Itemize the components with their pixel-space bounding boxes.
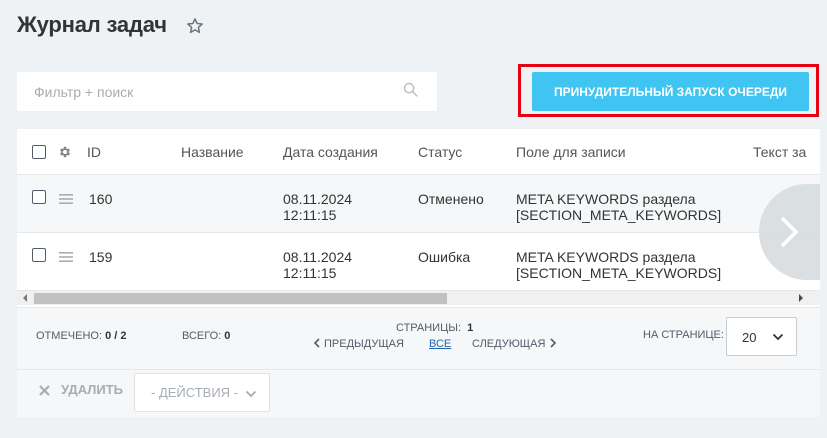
filter-search-input[interactable] xyxy=(17,72,397,111)
chevron-down-icon xyxy=(772,333,784,341)
page-title: Журнал задач xyxy=(17,12,167,37)
column-header-record-field[interactable]: Поле для записи xyxy=(516,144,626,160)
column-header-name[interactable]: Название xyxy=(181,144,244,160)
actions-select-value: - Действия - xyxy=(151,385,239,400)
grid-footer: Отмечено: 0 / 2 Всего: 0 Страницы: 1 Пре… xyxy=(17,307,820,369)
scroll-right-arrow-icon[interactable] xyxy=(797,294,805,302)
selected-count: Отмечено: 0 / 2 xyxy=(36,330,126,342)
table-row[interactable]: 159 08.11.2024 12:11:15 Ошибка META KEYW… xyxy=(17,233,820,291)
cell-date-time: 12:11:15 xyxy=(283,207,337,223)
selected-count-value: 0 / 2 xyxy=(105,330,127,342)
row-checkbox[interactable] xyxy=(32,248,46,262)
select-all-checkbox[interactable] xyxy=(32,145,46,159)
selected-count-label: Отмечено: xyxy=(36,330,102,342)
cell-id: 160 xyxy=(89,191,113,207)
actions-select[interactable]: - Действия - xyxy=(134,373,270,412)
close-icon xyxy=(39,385,50,396)
search-icon[interactable] xyxy=(402,81,419,98)
cell-date-time: 12:11:15 xyxy=(283,265,337,281)
cell-record-field: META KEYWORDS раздела [SECTION_META_KEYW… xyxy=(516,191,721,223)
pages-value: 1 xyxy=(467,322,474,334)
task-grid: ID Название Дата создания Статус Поле дл… xyxy=(17,129,820,417)
pager-all-link[interactable]: Все xyxy=(429,338,451,350)
cell-date-day: 08.11.2024 xyxy=(283,191,353,207)
scroll-left-arrow-icon[interactable] xyxy=(21,294,29,302)
pager-previous-label: Предыдущая xyxy=(324,338,404,350)
chevron-down-icon xyxy=(245,390,257,398)
total-count: Всего: 0 xyxy=(182,330,230,342)
per-page-label: На странице: xyxy=(643,329,724,341)
cell-status: Ошибка xyxy=(418,249,471,265)
cell-record-field: META KEYWORDS раздела [SECTION_META_KEYW… xyxy=(516,249,721,281)
pages-info: Страницы: 1 xyxy=(396,322,473,334)
scrollbar-thumb[interactable] xyxy=(34,293,447,304)
per-page-select[interactable]: 20 xyxy=(726,317,797,356)
cell-record-field-line1: META KEYWORDS раздела xyxy=(516,249,696,265)
filter-search-box[interactable] xyxy=(17,72,437,111)
cell-status: Отменено xyxy=(418,191,484,207)
chevron-right-icon xyxy=(781,217,798,247)
column-header-status[interactable]: Статус xyxy=(418,144,462,160)
cell-id: 159 xyxy=(89,249,113,265)
pager-next-link[interactable]: Следующая xyxy=(472,338,557,350)
gear-icon[interactable] xyxy=(58,145,72,159)
cell-record-field-line2: [SECTION_META_KEYWORDS] xyxy=(516,265,722,281)
total-count-value: 0 xyxy=(224,330,231,342)
column-header-text[interactable]: Текст за xyxy=(753,144,806,160)
row-menu-icon[interactable] xyxy=(59,252,73,262)
table-row[interactable]: 160 08.11.2024 12:11:15 Отменено META KE… xyxy=(17,175,820,233)
cell-record-field-line1: META KEYWORDS раздела xyxy=(516,191,696,207)
delete-label: Удалить xyxy=(61,382,123,397)
horizontal-scrollbar[interactable] xyxy=(17,291,820,305)
cell-date-day: 08.11.2024 xyxy=(283,249,353,265)
chevron-right-small-icon xyxy=(550,338,557,348)
per-page-value: 20 xyxy=(742,330,757,345)
cell-record-field-line2: [SECTION_META_KEYWORDS] xyxy=(516,207,722,223)
cell-date: 08.11.2024 12:11:15 xyxy=(283,249,352,281)
chevron-left-icon xyxy=(313,338,320,348)
column-header-created-date[interactable]: Дата создания xyxy=(283,144,378,160)
grid-header: ID Название Дата создания Статус Поле дл… xyxy=(17,129,820,175)
column-header-id[interactable]: ID xyxy=(87,144,101,160)
run-queue-button[interactable]: Принудительный запуск очереди xyxy=(532,72,809,111)
pager-previous-link[interactable]: Предыдущая xyxy=(313,338,404,350)
cell-date: 08.11.2024 12:11:15 xyxy=(283,191,352,223)
star-icon[interactable] xyxy=(186,17,204,35)
pager-next-label: Следующая xyxy=(472,338,546,350)
pages-label: Страницы: xyxy=(396,322,462,334)
group-actions-bar: Удалить - Действия - xyxy=(17,369,820,417)
row-menu-icon[interactable] xyxy=(59,194,73,204)
row-checkbox[interactable] xyxy=(32,190,46,204)
total-count-label: Всего: xyxy=(182,330,222,342)
